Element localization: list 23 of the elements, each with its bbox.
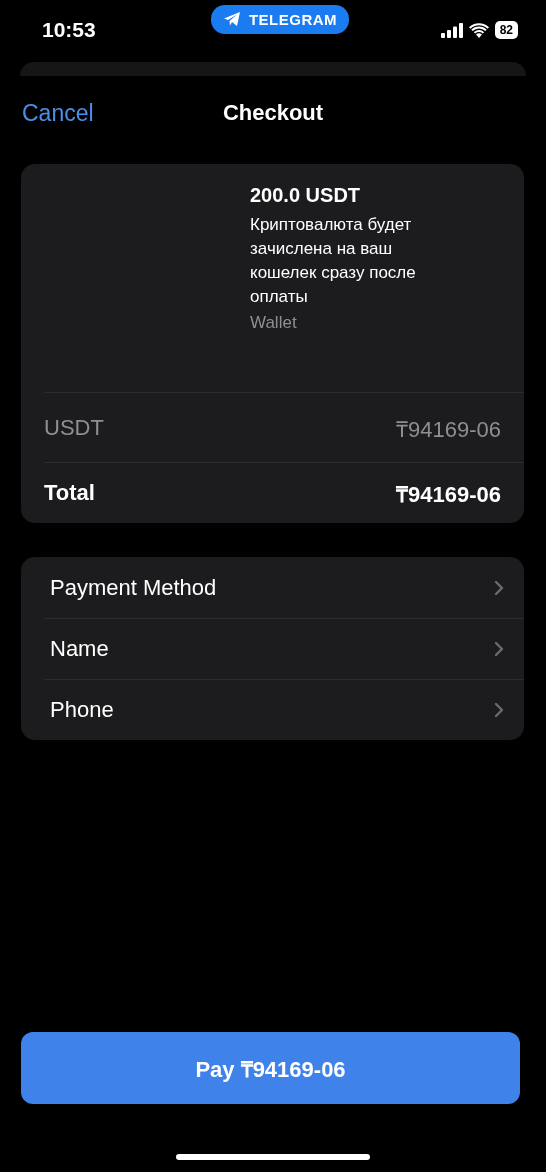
screen-title: Checkout <box>222 100 324 126</box>
paper-plane-icon <box>222 11 241 27</box>
app-name: TELEGRAM <box>248 10 338 28</box>
price-label: Total <box>44 480 95 506</box>
app-pill[interactable]: TELEGRAM <box>210 4 350 34</box>
cancel-button[interactable]: Cancel <box>22 99 94 127</box>
form-row[interactable]: Phone <box>44 679 524 740</box>
signal-icon <box>440 22 463 38</box>
chevron-icon <box>494 579 504 596</box>
price-label: USDT <box>44 414 104 441</box>
price-amount: ₸94169-06 <box>396 481 501 508</box>
product-description: Криптовалюта будет зачислена на ваш кошелек сразу после оплаты <box>250 214 417 308</box>
provider-name: Wallet <box>250 313 298 333</box>
clock-time: 10:53 <box>42 18 97 42</box>
price-amount: ₸94169-06 <box>396 415 501 443</box>
form-row[interactable]: Payment Method <box>44 557 524 618</box>
pay-button[interactable]: Pay ₸94169-06 <box>21 1032 520 1104</box>
battery-level: 82 <box>494 21 518 39</box>
wifi-icon <box>468 22 489 38</box>
form-row[interactable]: Name <box>44 618 524 679</box>
chevron-icon <box>494 702 504 718</box>
product-title: 200.0 USDT <box>250 184 362 207</box>
chevron-icon <box>494 641 504 657</box>
